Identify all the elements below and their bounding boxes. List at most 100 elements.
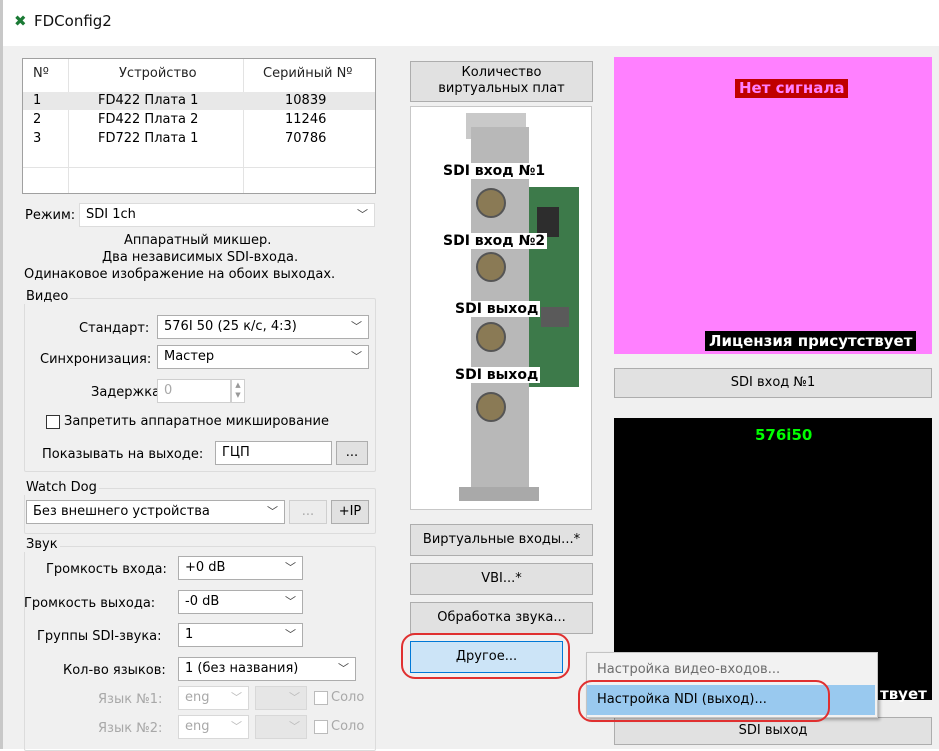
row-divider xyxy=(23,167,375,168)
delay-spinbox[interactable]: 0 xyxy=(157,379,231,403)
window-title: FDConfig2 xyxy=(34,12,112,30)
chevron-down-icon: ﹀ xyxy=(231,720,242,733)
license-label: Лицензия присутствует xyxy=(705,331,917,351)
lang2-secondary-dropdown[interactable]: ﹀ xyxy=(255,715,307,739)
show-output-value: ГЦП xyxy=(222,445,250,460)
output-volume-dropdown[interactable]: -0 dB ﹀ xyxy=(178,590,303,614)
video-group-label: Видео xyxy=(24,289,71,304)
row-device: FD422 Плата 2 xyxy=(98,112,199,127)
row-number: 3 xyxy=(33,131,42,146)
standard-label: Стандарт: xyxy=(79,321,150,336)
input-volume-label: Громкость входа: xyxy=(46,562,167,577)
sync-dropdown[interactable]: Мастер ﹀ xyxy=(157,345,369,369)
row-device: FD722 Плата 1 xyxy=(98,131,199,146)
virtual-boards-label-2: виртуальных плат xyxy=(438,81,565,96)
mode-dropdown[interactable]: SDI 1ch ﹀ xyxy=(79,203,375,227)
sdi-groups-label: Группы SDI-звука: xyxy=(37,629,162,644)
lang1-solo-checkbox[interactable] xyxy=(314,691,328,705)
highlight-circle-other xyxy=(401,633,570,679)
chevron-down-icon: ﹀ xyxy=(285,561,296,574)
chevron-down-icon: ﹀ xyxy=(285,595,296,608)
preview-input xyxy=(614,57,932,354)
column-header-serial[interactable]: Серийный Nº xyxy=(263,59,352,89)
mode-description-2: Два независимых SDI-входа. xyxy=(102,250,299,265)
mode-description-1: Аппаратный микшер. xyxy=(124,233,272,248)
vbi-button[interactable]: VBI...* xyxy=(410,563,593,595)
output-volume-label: Громкость выхода: xyxy=(24,596,156,611)
row-serial: 10839 xyxy=(285,93,327,108)
standard-dropdown[interactable]: 576I 50 (25 к/с, 4:3) ﹀ xyxy=(157,315,369,339)
delay-label: Задержка: xyxy=(91,385,165,400)
virtual-boards-button[interactable]: Количество виртуальных плат xyxy=(410,61,593,102)
row-serial: 11246 xyxy=(285,112,327,127)
row-serial: 70786 xyxy=(285,131,327,146)
chevron-down-icon: ﹀ xyxy=(289,720,300,733)
sdi-groups-value: 1 xyxy=(185,627,194,642)
card-label-sdi-out2: SDI выход xyxy=(453,367,541,383)
lang2-label: Язык №2: xyxy=(98,721,163,736)
chevron-down-icon: ﹀ xyxy=(289,691,300,704)
card-label-sdi-in2: SDI вход №2 xyxy=(441,233,548,249)
sdi-groups-dropdown[interactable]: 1 ﹀ xyxy=(178,623,303,647)
audio-processing-button[interactable]: Обработка звука... xyxy=(410,602,593,634)
chevron-down-icon: ﹀ xyxy=(338,662,349,675)
card-label-sdi-in1: SDI вход №1 xyxy=(441,163,548,179)
row-number: 2 xyxy=(33,112,42,127)
no-signal-label: Нет сигнала xyxy=(735,79,849,98)
chevron-down-icon: ﹀ xyxy=(231,691,242,704)
delay-value: 0 xyxy=(164,383,173,398)
license-partial-label: твует xyxy=(880,685,927,703)
mode-value: SDI 1ch xyxy=(86,207,136,222)
disable-mix-label: Запретить аппаратное микширование xyxy=(64,414,329,429)
lang1-secondary-dropdown[interactable]: ﹀ xyxy=(255,686,307,710)
chevron-down-icon: ﹀ xyxy=(285,628,296,641)
highlight-circle-ndi xyxy=(578,680,830,722)
languages-label: Кол-во языков: xyxy=(63,663,166,678)
virtual-boards-label-1: Количество xyxy=(461,65,542,80)
output-volume-value: -0 dB xyxy=(185,594,220,609)
column-header-device[interactable]: Устройство xyxy=(119,59,197,89)
watchdog-dropdown[interactable]: Без внешнего устройства ﹀ xyxy=(26,500,285,524)
watchdog-ip-button[interactable]: +IP xyxy=(331,500,369,524)
lang1-label: Язык №1: xyxy=(98,692,163,707)
show-output-field[interactable]: ГЦП xyxy=(215,441,332,465)
table-row[interactable]: 3 FD722 Плата 1 70786 xyxy=(23,130,375,148)
lang2-solo-checkbox[interactable] xyxy=(314,720,328,734)
lang2-value: eng xyxy=(185,719,210,734)
column-header-number[interactable]: Nº xyxy=(33,59,49,89)
app-icon: ✖ xyxy=(14,12,27,30)
lang2-dropdown[interactable]: eng ﹀ xyxy=(178,715,249,739)
table-row[interactable]: 2 FD422 Плата 2 11246 xyxy=(23,111,375,129)
input-volume-dropdown[interactable]: +0 dB ﹀ xyxy=(178,556,303,580)
show-output-browse-button[interactable]: ... xyxy=(336,441,368,465)
virtual-inputs-button[interactable]: Виртуальные входы...* xyxy=(410,524,593,556)
row-device: FD422 Плата 1 xyxy=(98,93,199,108)
lang1-dropdown[interactable]: eng ﹀ xyxy=(178,686,249,710)
mode-description-3: Одинаковое изображение на обоих выходах. xyxy=(24,267,336,282)
lang1-solo-label: Соло xyxy=(331,690,365,705)
lang1-value: eng xyxy=(185,690,210,705)
card-label-sdi-out1: SDI выход xyxy=(453,301,541,317)
chevron-down-icon: ﹀ xyxy=(267,505,278,518)
standard-value: 576I 50 (25 к/с, 4:3) xyxy=(164,319,297,334)
format-label: 576i50 xyxy=(755,426,813,444)
chevron-down-icon: ﹀ xyxy=(351,350,362,363)
languages-value: 1 (без названия) xyxy=(185,661,299,676)
delay-stepper[interactable]: ▲ ▼ xyxy=(231,379,245,403)
mode-label: Режим: xyxy=(25,208,76,223)
watchdog-group-label: Watch Dog xyxy=(24,480,99,495)
table-row[interactable]: 1 FD422 Плата 1 10839 xyxy=(23,92,375,110)
device-list[interactable]: Nº Устройство Серийный Nº 1 FD422 Плата … xyxy=(22,58,376,194)
lang2-solo-label: Соло xyxy=(331,719,365,734)
watchdog-settings-button[interactable]: ... xyxy=(289,500,327,524)
sound-group-label: Звук xyxy=(24,537,60,552)
row-number: 1 xyxy=(33,93,42,108)
languages-dropdown[interactable]: 1 (без названия) ﹀ xyxy=(178,657,356,681)
chevron-down-icon: ﹀ xyxy=(357,208,368,221)
disable-mix-checkbox[interactable] xyxy=(46,415,60,429)
title-bar xyxy=(3,0,939,46)
sync-label: Синхронизация: xyxy=(40,352,152,367)
watchdog-value: Без внешнего устройства xyxy=(33,504,210,519)
show-output-label: Показывать на выходе: xyxy=(42,447,204,462)
sdi-input1-button[interactable]: SDI вход №1 xyxy=(614,368,932,398)
